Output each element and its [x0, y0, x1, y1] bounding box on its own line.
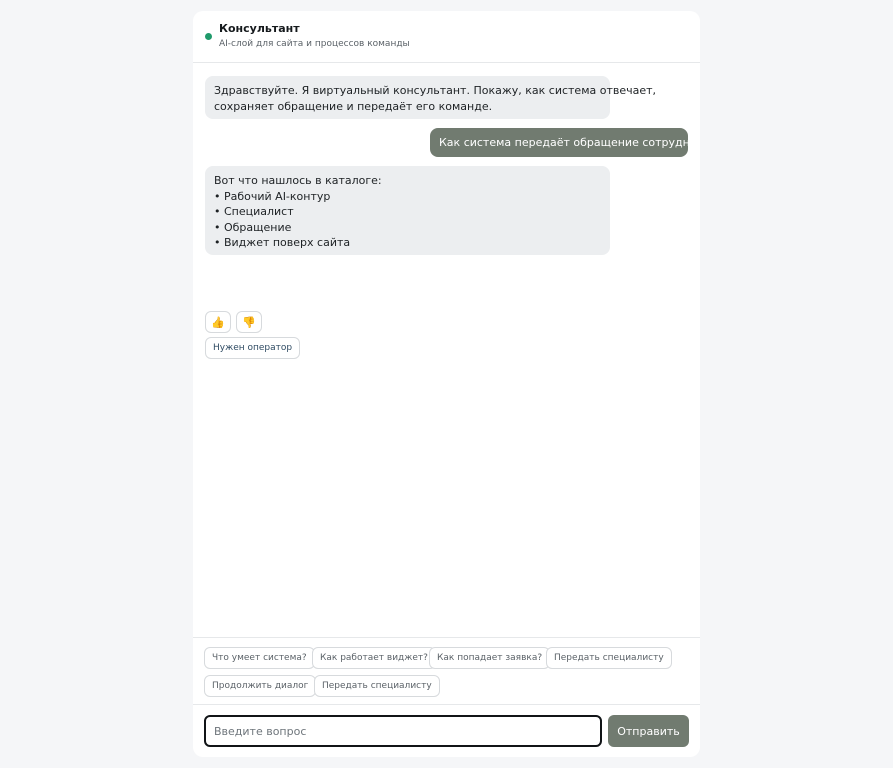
quick-reply-chip[interactable]: Передать специалисту	[546, 647, 672, 669]
message-line: • Специалист	[214, 205, 294, 218]
thumbs-down-button[interactable]: 👎	[236, 311, 262, 333]
send-button[interactable]: Отправить	[608, 715, 689, 747]
thumbs-down-icon: 👎	[242, 315, 256, 329]
message-line: Вот что нашлось в каталоге:	[214, 174, 382, 187]
online-status-icon	[205, 33, 212, 40]
quick-reply-chip[interactable]: Что умеет система?	[204, 647, 315, 669]
quick-replies: Что умеет система? Как работает виджет? …	[193, 637, 700, 705]
message-list: Здравствуйте. Я виртуальный консультант.…	[193, 63, 700, 637]
quick-reply-chip[interactable]: Как попадает заявка?	[429, 647, 551, 669]
quick-reply-chip[interactable]: Передать специалисту	[314, 675, 440, 697]
request-operator-button[interactable]: Нужен оператор	[205, 337, 301, 359]
message-line: • Рабочий AI-контур	[214, 189, 331, 203]
message-line: • Виджет поверх сайта	[214, 236, 351, 249]
message-line: сохраняет обращение и передаёт его коман…	[214, 99, 493, 113]
bot-message-greeting: Здравствуйте. Я виртуальный консультант.…	[205, 76, 657, 119]
message-composer: Отправить	[193, 705, 700, 757]
quick-reply-chip[interactable]: Как работает виджет?	[312, 647, 436, 669]
message-line: Здравствуйте. Я виртуальный консультант.…	[214, 84, 657, 97]
quick-reply-chip[interactable]: Продолжить диалог	[204, 675, 317, 697]
thumbs-up-button[interactable]: 👍	[205, 311, 231, 333]
chat-title: Консультант	[219, 22, 300, 35]
chat-widget: Консультант AI-слой для сайта и процессо…	[193, 11, 700, 757]
chat-subtitle: AI-слой для сайта и процессов команды	[219, 39, 410, 49]
user-message: Как система передаёт обращение сотрудник…	[430, 128, 700, 157]
bot-message-catalog: Вот что нашлось в каталоге: • Рабочий AI…	[205, 166, 610, 255]
chat-header: Консультант AI-слой для сайта и процессо…	[193, 11, 700, 63]
message-line: • Обращение	[214, 220, 292, 234]
question-input[interactable]	[204, 715, 602, 747]
thumbs-up-icon: 👍	[211, 315, 225, 329]
